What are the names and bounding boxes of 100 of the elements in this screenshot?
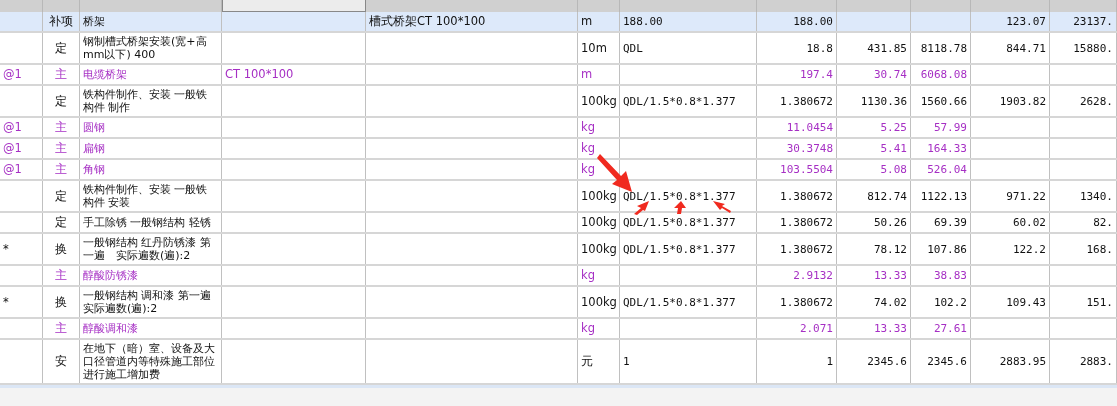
table-cell: 电缆桥架 [83,68,127,81]
table-cell: 23137. [1073,15,1113,28]
table-cell: 100kg [581,242,617,256]
table-cell: 1122.13 [920,189,967,203]
table-cell: 122.2 [1012,242,1046,256]
table-cell: 主 [55,121,67,134]
table-cell: 107.86 [927,242,967,256]
table-cell: 431.85 [867,41,907,55]
table-cell: * [3,295,9,309]
table-cell: 13.33 [873,269,907,282]
table-cell: 2.9132 [793,269,833,282]
table-cell: 197.4 [799,68,833,81]
table-cell: 18.8 [806,41,833,55]
table-cell: 15880. [1073,41,1113,55]
table-cell: QDL/1.5*0.8*1.377 [623,94,736,108]
table-cell: 27.61 [933,322,967,335]
table-cell: 主 [55,163,67,176]
table-cell: 换 [55,242,67,256]
table-cell: 手工除锈 一般钢结构 轻锈 [83,216,211,229]
table-cell: 100kg [581,94,617,108]
table-cell: 188.00 [793,15,833,28]
table-cell: 5.41 [880,142,907,155]
table-cell: 11.0454 [786,121,833,134]
table-cell: 103.5504 [780,163,833,176]
table-cell: kg [581,269,595,282]
table-cell: * [3,242,9,256]
table-cell: 57.99 [933,121,967,134]
table-cell: 100kg [581,216,617,229]
table-cell: kg [581,121,595,134]
table-cell: 30.3748 [786,142,833,155]
table-cell: 定 [55,216,67,229]
table-cell: kg [581,142,595,155]
table-cell: @1 [3,142,22,155]
table-cell: 换 [55,295,67,309]
table-cell: 100kg [581,295,617,309]
table-cell: 补项 [49,15,73,28]
table-cell: 526.04 [927,163,967,176]
table-cell: QDL/1.5*0.8*1.377 [623,189,736,203]
table-cell: QDL/1.5*0.8*1.377 [623,295,736,309]
table-cell: 2883.95 [999,355,1046,368]
table-cell-text: 一般钢结构 红丹防锈漆 第一遍 实际遍数(遍):2 [83,236,212,262]
table-cell: kg [581,163,595,176]
table-cell: 醇酸调和漆 [83,322,138,335]
table-cell: 主 [55,142,67,155]
table-cell: 74.02 [873,295,907,309]
table-cell: 安 [55,355,67,368]
table-cell: 60.02 [1012,216,1046,229]
table-cell: 123.07 [1006,15,1046,28]
table-cell: 8118.78 [920,41,967,55]
table-cell: 定 [55,94,67,108]
table-cell: 69.39 [933,216,967,229]
table-cell: 50.26 [873,216,907,229]
table-cell: QDL/1.5*0.8*1.377 [623,216,736,229]
table-cell: 1130.36 [860,94,907,108]
arrow-annotation [634,201,649,215]
table-cell: 1 [826,355,833,368]
table-cell: 2345.6 [927,355,967,368]
table-cell: 主 [55,68,67,81]
table-cell: 角钢 [83,163,105,176]
table-cell: 扁钢 [83,142,105,155]
table-cell: 在地下（暗）室、设备及大口径管道内等特殊施工部位进行施工增加费 [83,342,215,381]
table-cell: 82. [1093,216,1113,229]
table-cell: 2628. [1079,94,1113,108]
table-cell: 102.2 [933,295,967,309]
table-cell: 2.071 [799,322,833,335]
arrow-annotation [674,201,686,214]
table-cell: 1.380672 [780,295,833,309]
table-cell: 1.380672 [780,216,833,229]
table-cell: 100kg [581,189,617,203]
table-cell: 971.22 [1006,189,1046,203]
table-cell: QDL [623,41,643,55]
table-cell: 主 [55,269,67,282]
table-cell: 812.74 [867,189,907,203]
table-cell: 圆钢 [83,121,105,134]
table-cell: 醇酸防锈漆 [83,269,138,282]
table-cell: 6068.08 [920,68,967,81]
table-cell: CT 100*100 [225,68,294,81]
table-cell: 1.380672 [780,242,833,256]
table-cell: 168. [1086,242,1113,256]
table-cell: 元 [581,355,593,368]
table-cell-text: 铁构件制作、安装 一般铁构件 制作 [83,88,209,114]
arrow-annotation [713,201,731,213]
table-cell: 1.380672 [780,94,833,108]
table-cell: 5.25 [880,121,907,134]
table-cell: 30.74 [873,68,907,81]
table-cell: 5.08 [880,163,907,176]
table-cell: m [581,15,593,28]
table-cell: 38.83 [933,269,967,282]
table-cell: 1340. [1079,189,1113,203]
table-cell: 78.12 [873,242,907,256]
table-cell: 2345.6 [867,355,907,368]
table-cell: QDL/1.5*0.8*1.377 [623,242,736,256]
table-cell: 桥架 [83,15,105,28]
table-cell: 1.380672 [780,189,833,203]
table-cell: 槽式桥架CT 100*100 [369,15,486,28]
table-cell: 1903.82 [999,94,1046,108]
arrow-annotation [597,154,632,192]
table-cell: 188.00 [623,15,663,28]
table-cell: 151. [1086,295,1113,309]
table-cell: 1 [623,355,630,368]
